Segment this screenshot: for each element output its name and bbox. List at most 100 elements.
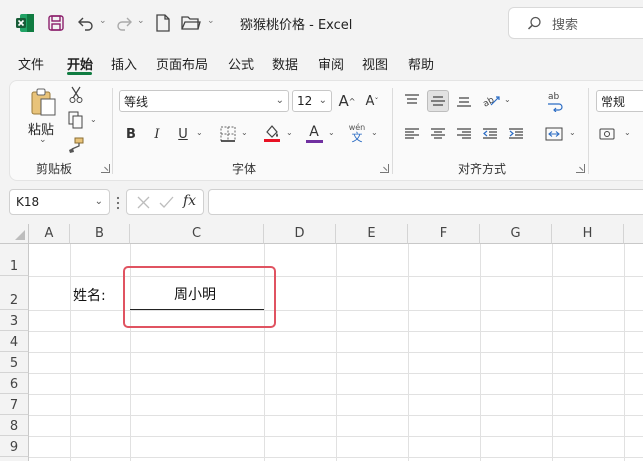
merge-dropdown-icon[interactable]: ⌄ (569, 128, 576, 137)
font-size-combo[interactable]: 12 ⌄ (292, 90, 332, 112)
gridline (29, 310, 643, 311)
col-header-h[interactable]: H (552, 224, 624, 244)
cell-b2[interactable]: 姓名: (73, 285, 106, 305)
format-painter-icon[interactable] (67, 136, 85, 154)
borders-icon[interactable] (219, 125, 237, 143)
increase-indent-icon[interactable] (506, 124, 526, 144)
col-header-f[interactable]: F (408, 224, 480, 244)
alignment-launcher-icon[interactable] (576, 164, 585, 173)
row-header-8[interactable]: 8 (0, 415, 29, 436)
col-header-d[interactable]: D (264, 224, 336, 244)
number-format-combo[interactable]: 常规 (596, 90, 643, 112)
accounting-format-icon[interactable] (598, 124, 620, 144)
undo-icon[interactable] (76, 12, 96, 34)
underline-dropdown-icon[interactable]: ⌄ (196, 128, 203, 137)
align-bottom-icon[interactable] (454, 90, 474, 112)
tab-data[interactable]: 数据 (272, 54, 298, 73)
tab-view[interactable]: 视图 (362, 54, 388, 73)
tab-formulas[interactable]: 公式 (228, 54, 254, 73)
col-header-b[interactable]: B (70, 224, 130, 244)
align-right-icon[interactable] (454, 124, 474, 144)
orientation-dropdown-icon[interactable]: ⌄ (504, 95, 511, 104)
row-header-9[interactable]: 9 (0, 436, 29, 457)
new-file-icon[interactable] (154, 12, 172, 34)
align-left-icon[interactable] (402, 124, 422, 144)
font-color-button[interactable]: A (304, 122, 324, 144)
search-box[interactable]: 搜索 (508, 7, 643, 39)
redo-icon[interactable] (114, 12, 134, 34)
row-header-5[interactable]: 5 (0, 352, 29, 373)
worksheet-grid[interactable] (0, 224, 643, 461)
enter-icon[interactable] (159, 196, 174, 209)
font-color-icon: A (309, 123, 319, 140)
orientation-icon[interactable]: ab (480, 90, 502, 110)
row-header-6[interactable]: 6 (0, 373, 29, 394)
shrink-font-icon: A (365, 93, 375, 109)
number-format-value: 常规 (601, 94, 626, 109)
cancel-icon[interactable] (137, 196, 150, 209)
copy-dropdown-icon[interactable]: ⌄ (90, 115, 97, 124)
tab-page-layout[interactable]: 页面布局 (156, 54, 208, 73)
wrap-text-icon[interactable]: ab (545, 89, 565, 113)
phonetic-dropdown-icon[interactable]: ⌄ (371, 128, 378, 137)
insert-function-button[interactable]: fx (183, 193, 196, 209)
font-color-swatch (305, 139, 323, 143)
gridline (29, 352, 643, 353)
gridline (29, 331, 643, 332)
col-header-g[interactable]: G (480, 224, 552, 244)
tab-help[interactable]: 帮助 (408, 54, 434, 73)
more-options-icon[interactable] (116, 196, 120, 210)
save-icon[interactable] (46, 12, 66, 34)
font-color-dropdown-icon[interactable]: ⌄ (328, 128, 335, 137)
shrink-font-button[interactable]: Aˇ (362, 90, 382, 112)
paste-dropdown-icon[interactable]: ⌄ (39, 135, 47, 145)
merge-center-icon[interactable] (543, 124, 565, 144)
redo-dropdown-icon[interactable]: ⌄ (137, 16, 145, 26)
col-header-i[interactable] (624, 224, 643, 244)
fill-color-icon[interactable] (262, 123, 282, 143)
open-folder-icon[interactable] (180, 12, 202, 34)
select-all-button[interactable] (0, 224, 29, 244)
accounting-dropdown-icon[interactable]: ⌄ (624, 128, 631, 137)
italic-button[interactable]: I (148, 124, 166, 144)
align-top-icon[interactable] (402, 90, 422, 110)
decrease-indent-icon[interactable] (480, 124, 500, 144)
cut-icon[interactable] (67, 86, 85, 104)
row-header-4[interactable]: 4 (0, 331, 29, 352)
tab-home[interactable]: 开始 (67, 54, 93, 73)
borders-dropdown-icon[interactable]: ⌄ (241, 128, 248, 137)
bold-button[interactable]: B (122, 124, 140, 144)
clipboard-launcher-icon[interactable] (101, 164, 110, 173)
tab-insert[interactable]: 插入 (111, 54, 137, 73)
row-header-3[interactable]: 3 (0, 310, 29, 331)
paste-icon[interactable] (26, 86, 60, 118)
tab-file[interactable]: 文件 (18, 54, 44, 73)
search-label: 搜索 (552, 17, 579, 33)
gridline (29, 394, 643, 395)
row-header-10[interactable] (0, 457, 29, 461)
gridline (29, 436, 643, 437)
col-header-a[interactable]: A (29, 224, 70, 244)
row-header-7[interactable]: 7 (0, 394, 29, 415)
tab-review[interactable]: 审阅 (318, 54, 344, 73)
gridline (29, 373, 643, 374)
col-header-c[interactable]: C (130, 224, 264, 244)
qat-customize-icon[interactable]: ⌄ (207, 16, 215, 26)
grow-font-button[interactable]: A ^ (337, 90, 357, 112)
fill-color-dropdown-icon[interactable]: ⌄ (286, 128, 293, 137)
formula-input[interactable] (208, 189, 643, 215)
row-header-1[interactable]: 1 (0, 244, 29, 276)
align-middle-icon[interactable] (427, 90, 449, 112)
row-header-2[interactable]: 2 (0, 276, 29, 310)
copy-icon[interactable] (67, 111, 85, 129)
gridline (29, 457, 643, 458)
col-header-e[interactable]: E (336, 224, 408, 244)
font-name-combo[interactable]: 等线 ⌄ (119, 90, 289, 112)
name-box[interactable]: K18 ⌄ (9, 189, 110, 215)
font-launcher-icon[interactable] (380, 164, 389, 173)
align-center-icon[interactable] (428, 124, 448, 144)
undo-dropdown-icon[interactable]: ⌄ (99, 16, 107, 26)
formula-tools: fx (126, 189, 204, 215)
underline-button[interactable]: U (174, 124, 192, 144)
phonetic-guide-button[interactable]: wén 文 (347, 121, 367, 145)
